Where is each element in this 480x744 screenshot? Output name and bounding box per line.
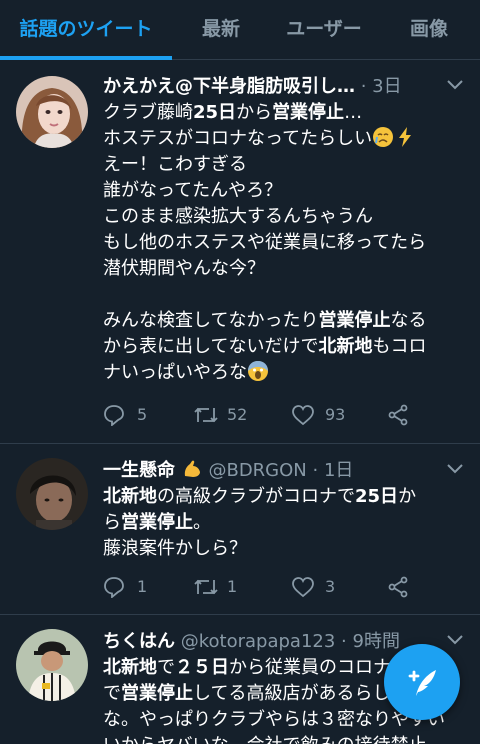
like-count: 93	[325, 405, 346, 424]
author-name[interactable]: かえかえ@下半身脂肪吸引し…	[103, 76, 355, 97]
tweet-time: · 1日	[312, 460, 354, 481]
retweet-icon	[194, 407, 218, 423]
heart-icon	[292, 577, 314, 598]
tweet-header: ちくはん @kotorapapa123 · 9時間	[103, 629, 436, 655]
tweet-time: · 3日	[360, 76, 402, 97]
author-handle: @kotorapapa123	[180, 631, 336, 652]
share-button[interactable]	[387, 401, 413, 429]
reply-button[interactable]: 5	[103, 401, 163, 429]
tweet-actions: 1 1 3	[103, 573, 433, 601]
crying-face-icon	[373, 127, 394, 147]
tweet-header: かえかえ@下半身脂肪吸引し… · 3日	[103, 74, 436, 100]
retweet-count: 52	[227, 405, 248, 424]
avatar[interactable]	[16, 76, 88, 148]
tab-top-tweets[interactable]: 話題のツイート	[0, 0, 172, 60]
author-name[interactable]: 一生懸命	[103, 460, 175, 481]
chevron-down-icon[interactable]	[446, 634, 464, 646]
tweet-time: · 9時間	[341, 631, 400, 652]
author-name[interactable]: ちくはん	[103, 631, 175, 652]
flexed-biceps-icon	[184, 460, 200, 477]
tweet-actions: 5 52 93	[103, 401, 433, 429]
tweet[interactable]: かえかえ@下半身脂肪吸引し… · 3日 クラブ藤崎25日から営業停止… ホステス…	[0, 61, 480, 444]
reply-icon	[104, 577, 124, 598]
like-button[interactable]: 93	[291, 401, 361, 429]
reply-icon	[104, 405, 124, 426]
avatar[interactable]	[16, 629, 88, 701]
lightning-icon	[399, 127, 412, 147]
avatar[interactable]	[16, 458, 88, 530]
reply-count: 5	[137, 405, 148, 424]
share-button[interactable]	[387, 573, 413, 601]
author-handle: @BDRGON	[208, 460, 307, 481]
retweet-button[interactable]: 52	[193, 401, 263, 429]
retweet-count: 1	[227, 577, 238, 596]
tab-latest[interactable]: 最新	[172, 0, 270, 60]
compose-feather-icon	[408, 670, 436, 696]
screaming-face-icon	[248, 361, 268, 381]
compose-tweet-button[interactable]	[384, 644, 460, 720]
heart-icon	[292, 405, 314, 426]
retweet-button[interactable]: 1	[193, 573, 263, 601]
tab-people[interactable]: ユーザー	[270, 0, 378, 60]
share-icon	[388, 404, 408, 426]
retweet-icon	[194, 579, 218, 595]
tweet-text: 北新地の高級クラブがコロナで25日か ら営業停止。 藤浪案件かしら？	[103, 486, 417, 559]
reply-button[interactable]: 1	[103, 573, 163, 601]
chevron-down-icon[interactable]	[446, 79, 464, 91]
share-icon	[388, 576, 408, 598]
tweet[interactable]: 一生懸命 @BDRGON · 1日 北新地の高級クラブがコロナで25日か ら営業…	[0, 445, 480, 615]
search-tabs: 話題のツイート 最新 ユーザー 画像	[0, 0, 480, 60]
tweet-text: クラブ藤崎25日から営業停止… ホステスがコロナなってたらしい えー！こわすぎる…	[103, 102, 427, 383]
active-tab-indicator	[0, 56, 172, 60]
like-count: 3	[325, 577, 336, 596]
like-button[interactable]: 3	[291, 573, 361, 601]
tab-photos[interactable]: 画像	[378, 0, 480, 60]
reply-count: 1	[137, 577, 148, 596]
tweet-header: 一生懸命 @BDRGON · 1日	[103, 458, 436, 484]
chevron-down-icon[interactable]	[446, 463, 464, 475]
